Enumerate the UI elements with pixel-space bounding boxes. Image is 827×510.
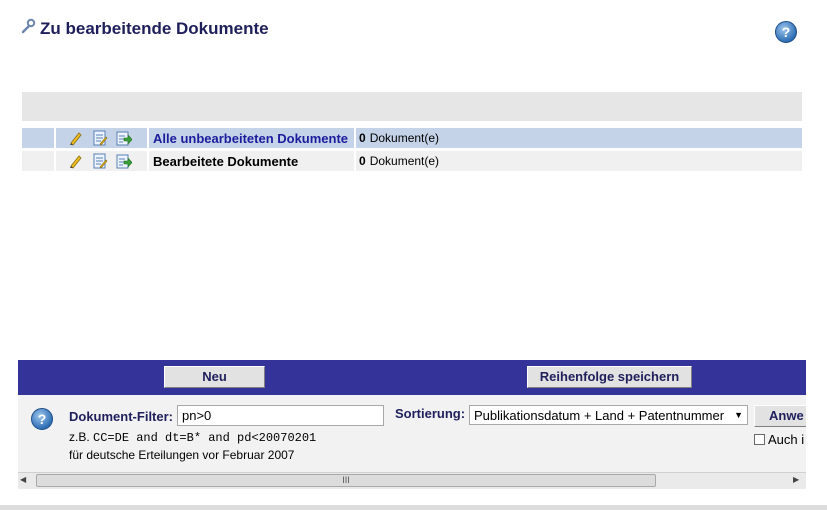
count-label: Dokument(e) (369, 154, 440, 168)
pencil-icon[interactable] (68, 153, 84, 169)
apply-button[interactable]: Anwe (754, 405, 814, 427)
edit-document-icon[interactable] (92, 130, 108, 146)
scroll-right-icon[interactable]: ▶ (793, 475, 799, 484)
page-edge (806, 360, 827, 505)
sort-label: Sortierung: (395, 406, 466, 421)
export-icon[interactable] (116, 153, 133, 169)
page-title-text: Zu bearbeitende Dokumente (40, 18, 269, 38)
count-value: 0 (359, 131, 366, 145)
row-count: 0 Dokument(e) (356, 151, 802, 171)
drag-handle[interactable] (22, 151, 56, 171)
dropdown-arrow-icon: ▼ (734, 410, 743, 420)
count-label: Dokument(e) (369, 131, 440, 145)
filter-label: Dokument-Filter: (69, 409, 173, 424)
also-checkbox[interactable] (754, 434, 765, 445)
window-bottom-edge (0, 505, 827, 510)
row-count: 0 Dokument(e) (356, 128, 802, 148)
filter-input[interactable] (177, 405, 384, 426)
wrench-icon (20, 18, 36, 39)
scroll-left-icon[interactable]: ◀ (20, 475, 26, 484)
filter-example: z.B. CC=DE and dt=B* and pd<20070201 (69, 430, 316, 445)
edit-document-icon[interactable] (92, 153, 108, 169)
help-icon[interactable]: ? (775, 21, 797, 43)
drag-handle[interactable] (22, 128, 56, 148)
row-name[interactable]: Bearbeitete Dokumente (149, 151, 356, 171)
row-actions (56, 128, 149, 148)
example-prefix: z.B. (69, 430, 90, 444)
table-row[interactable]: Bearbeitete Dokumente 0 Dokument(e) (22, 151, 802, 171)
sort-selected: Publikationsdatum + Land + Patentnummer (474, 407, 725, 423)
table-header-bar (22, 92, 802, 121)
page-title: Zu bearbeitende Dokumente (20, 18, 269, 39)
help-icon[interactable]: ? (31, 408, 53, 430)
row-name[interactable]: Alle unbearbeiteten Dokumente (149, 128, 356, 148)
sort-select[interactable]: Publikationsdatum + Land + Patentnummer … (469, 405, 748, 425)
row-actions (56, 151, 149, 171)
save-order-button[interactable]: Reihenfolge speichern (527, 366, 692, 388)
scroll-thumb[interactable]: III (36, 474, 656, 487)
new-button[interactable]: Neu (164, 366, 265, 388)
count-value: 0 (359, 154, 366, 168)
example-code: CC=DE and dt=B* and pd<20070201 (93, 431, 317, 445)
filter-example-desc: für deutsche Erteilungen vor Februar 200… (69, 448, 295, 462)
also-option[interactable]: Auch i (754, 432, 804, 447)
export-icon[interactable] (116, 130, 133, 146)
table-row[interactable]: Alle unbearbeiteten Dokumente 0 Dokument… (22, 128, 802, 148)
pencil-icon[interactable] (68, 130, 84, 146)
also-checkbox-label: Auch i (768, 432, 805, 447)
